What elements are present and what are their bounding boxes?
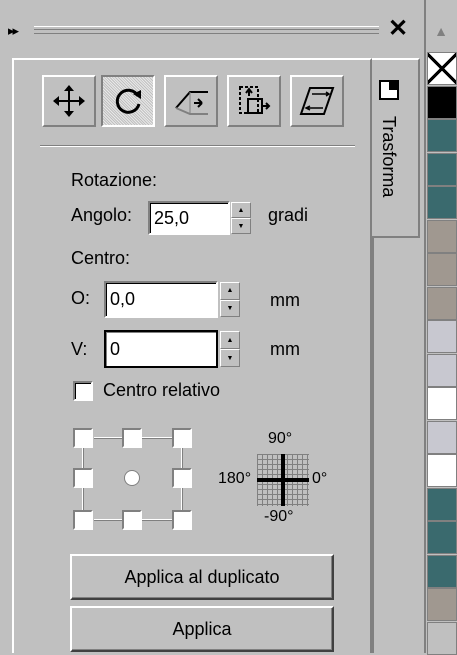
color-swatch[interactable] — [427, 220, 457, 253]
palette-scroll-up-icon[interactable]: ▲ — [428, 18, 454, 44]
center-v-input[interactable] — [104, 330, 218, 368]
color-swatch[interactable] — [427, 521, 457, 554]
v-unit: mm — [270, 339, 300, 359]
anchor-bottom-left[interactable] — [73, 510, 93, 530]
color-swatch[interactable] — [427, 387, 457, 420]
center-h-spin-down-icon[interactable]: ▼ — [220, 299, 240, 317]
anchor-top-center[interactable] — [122, 428, 142, 448]
scale-mirror-icon — [175, 91, 208, 115]
expand-arrows-icon[interactable]: ▸▸ — [8, 23, 19, 39]
center-h-input[interactable] — [104, 281, 218, 318]
color-swatch[interactable] — [427, 86, 457, 119]
dial-label-180: 180° — [218, 470, 252, 487]
color-swatch[interactable] — [427, 454, 457, 487]
relative-center-checkbox[interactable] — [73, 381, 93, 401]
apply-button[interactable]: Applica — [70, 606, 334, 652]
transform-tab-icon — [379, 80, 399, 100]
color-swatch[interactable] — [427, 186, 457, 219]
color-swatch[interactable] — [427, 320, 457, 353]
color-swatch[interactable] — [427, 488, 457, 521]
angle-spin-down-icon[interactable]: ▼ — [231, 218, 251, 234]
toolbar-separator — [40, 145, 355, 147]
move-arrows-icon — [53, 85, 85, 117]
dial-label-90: 90° — [268, 430, 293, 447]
angle-spinner[interactable]: ▲ ▼ — [231, 202, 251, 234]
color-swatch[interactable] — [427, 555, 457, 588]
dial-vertical-axis — [281, 454, 285, 506]
size-mode-button[interactable] — [227, 75, 281, 127]
drag-grip[interactable] — [34, 26, 379, 34]
anchor-middle-right[interactable] — [172, 468, 192, 488]
angle-input[interactable] — [148, 201, 230, 235]
center-v-spin-up-icon[interactable]: ▲ — [220, 331, 240, 349]
center-v-spin-down-icon[interactable]: ▼ — [220, 349, 240, 367]
docker-titlebar[interactable]: ▸▸ ✕ — [0, 0, 420, 66]
skew-icon — [299, 87, 335, 115]
h-label: O: — [71, 288, 91, 308]
anchor-bottom-right[interactable] — [172, 510, 192, 530]
center-h-spinner[interactable]: ▲ ▼ — [220, 282, 240, 317]
anchor-bottom-center[interactable] — [122, 510, 142, 530]
anchor-top-right[interactable] — [172, 428, 192, 448]
color-swatch[interactable] — [427, 253, 457, 286]
size-icon — [239, 86, 271, 114]
angle-unit: gradi — [268, 205, 309, 225]
tab-strip — [372, 238, 420, 653]
v-label: V: — [71, 339, 88, 359]
angle-spin-up-icon[interactable]: ▲ — [231, 202, 251, 218]
rotate-mode-button[interactable] — [101, 75, 155, 127]
close-icon[interactable]: ✕ — [388, 14, 408, 43]
apply-to-duplicate-button[interactable]: Applica al duplicato — [70, 554, 334, 600]
no-color-swatch[interactable] — [427, 52, 457, 85]
angle-label: Angolo: — [71, 205, 133, 225]
skew-mode-button[interactable] — [290, 75, 344, 127]
dial-label-minus90: -90° — [264, 508, 294, 525]
anchor-middle-left[interactable] — [73, 468, 93, 488]
color-swatch[interactable] — [427, 588, 457, 621]
anchor-center-radio[interactable] — [124, 470, 140, 486]
position-mode-button[interactable] — [42, 75, 96, 127]
center-v-spinner[interactable]: ▲ ▼ — [220, 331, 240, 367]
rotate-icon — [115, 88, 141, 114]
scale-mirror-mode-button[interactable] — [164, 75, 218, 127]
color-swatch[interactable] — [427, 354, 457, 387]
rotation-section-label: Rotazione: — [71, 170, 158, 190]
color-swatch[interactable] — [427, 119, 457, 152]
dial-label-0: 0° — [312, 470, 328, 487]
color-swatch[interactable] — [427, 153, 457, 186]
tab-label[interactable]: Trasforma — [378, 116, 399, 197]
center-label: Centro: — [71, 248, 131, 268]
h-unit: mm — [270, 290, 300, 310]
relative-center-label[interactable]: Centro relativo — [103, 380, 220, 401]
anchor-top-left[interactable] — [73, 428, 93, 448]
center-h-spin-up-icon[interactable]: ▲ — [220, 282, 240, 300]
color-swatch[interactable] — [427, 421, 457, 454]
color-swatch[interactable] — [427, 287, 457, 320]
color-swatch[interactable] — [427, 622, 457, 655]
